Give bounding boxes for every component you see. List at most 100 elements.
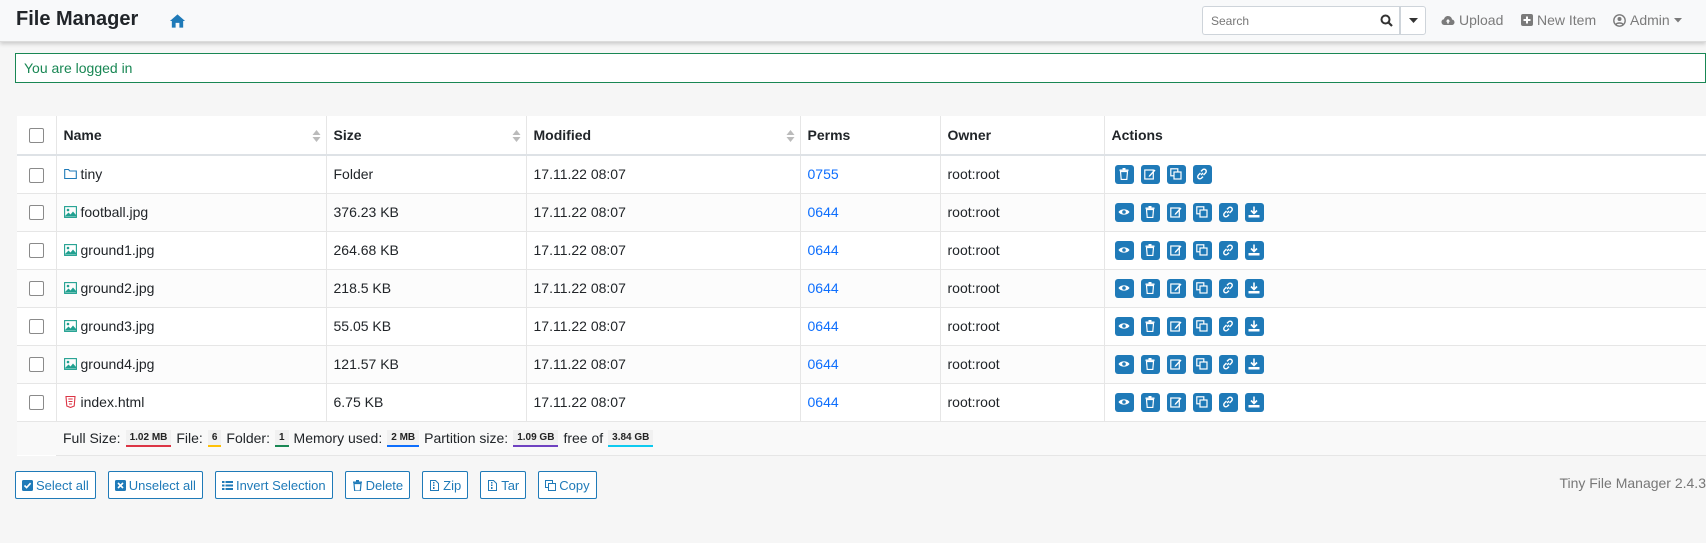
link-action-button[interactable]: [1218, 202, 1238, 222]
link-action-button[interactable]: [1218, 354, 1238, 374]
copy-action-button[interactable]: [1166, 164, 1186, 184]
search-button[interactable]: [1374, 6, 1400, 35]
row-checkbox[interactable]: [28, 281, 44, 297]
zip-button[interactable]: Zip: [422, 471, 469, 499]
tar-button[interactable]: Tar: [480, 471, 527, 499]
perms-link[interactable]: 0644: [808, 318, 839, 334]
rename-action-button[interactable]: [1166, 278, 1186, 298]
table-row[interactable]: index.html 6.75 KB 17.11.22 08:07 0644 r…: [17, 383, 1706, 422]
link-action-button[interactable]: [1218, 316, 1238, 336]
search-input[interactable]: [1202, 6, 1374, 35]
rename-action-button[interactable]: [1140, 164, 1160, 184]
column-header-name[interactable]: Name: [56, 116, 327, 156]
row-actions: [1112, 164, 1699, 184]
file-name[interactable]: ground4.jpg: [81, 356, 155, 372]
file-name[interactable]: football.jpg: [81, 204, 149, 220]
delete-action-button[interactable]: [1140, 392, 1160, 412]
delete-action-button[interactable]: [1140, 354, 1160, 374]
view-action-button[interactable]: [1114, 278, 1134, 298]
file-size: 376.23 KB: [326, 193, 527, 232]
copy-action-button[interactable]: [1192, 392, 1212, 412]
rename-action-button[interactable]: [1166, 354, 1186, 374]
copy-button[interactable]: Copy: [538, 471, 597, 499]
folder-count-badge: 1: [274, 429, 289, 447]
delete-action-button[interactable]: [1140, 202, 1160, 222]
table-row[interactable]: ground4.jpg 121.57 KB 17.11.22 08:07 064…: [17, 345, 1706, 384]
copy-action-button[interactable]: [1192, 278, 1212, 298]
file-name[interactable]: tiny: [81, 166, 103, 182]
view-action-button[interactable]: [1114, 392, 1134, 412]
new-item-link[interactable]: New Item: [1521, 12, 1596, 28]
view-action-button[interactable]: [1114, 316, 1134, 336]
link-action-button[interactable]: [1218, 278, 1238, 298]
file-name-cell[interactable]: football.jpg: [56, 193, 327, 232]
delete-action-button[interactable]: [1140, 278, 1160, 298]
download-action-button[interactable]: [1244, 316, 1264, 336]
file-name-cell[interactable]: ground3.jpg: [56, 307, 327, 346]
delete-action-button[interactable]: [1140, 316, 1160, 336]
delete-button[interactable]: Delete: [344, 471, 411, 499]
file-name-cell[interactable]: ground2.jpg: [56, 269, 327, 308]
table-row[interactable]: ground1.jpg 264.68 KB 17.11.22 08:07 064…: [17, 231, 1706, 270]
download-action-button[interactable]: [1244, 392, 1264, 412]
row-checkbox[interactable]: [28, 167, 44, 183]
delete-action-button[interactable]: [1140, 240, 1160, 260]
perms-link[interactable]: 0644: [808, 280, 839, 296]
link-action-button[interactable]: [1218, 392, 1238, 412]
file-name-cell[interactable]: ground4.jpg: [56, 345, 327, 384]
rename-action-button[interactable]: [1166, 202, 1186, 222]
upload-link[interactable]: Upload: [1441, 12, 1503, 28]
link-action-button[interactable]: [1218, 240, 1238, 260]
download-action-button[interactable]: [1244, 240, 1264, 260]
row-checkbox[interactable]: [28, 319, 44, 335]
perms-link[interactable]: 0644: [808, 204, 839, 220]
copy-action-button[interactable]: [1192, 240, 1212, 260]
perms-link[interactable]: 0755: [808, 166, 839, 182]
row-checkbox[interactable]: [28, 243, 44, 259]
file-name[interactable]: ground3.jpg: [81, 318, 155, 334]
download-action-button[interactable]: [1244, 202, 1264, 222]
rename-action-button[interactable]: [1166, 316, 1186, 336]
copy-action-button[interactable]: [1192, 316, 1212, 336]
table-row[interactable]: tiny Folder 17.11.22 08:07 0755 root:roo…: [17, 155, 1706, 194]
invert-selection-button[interactable]: Invert Selection: [214, 471, 333, 499]
column-header-modified[interactable]: Modified: [526, 116, 801, 156]
file-name[interactable]: ground1.jpg: [81, 242, 155, 258]
unselect-all-button[interactable]: Unselect all: [107, 471, 203, 499]
row-actions: [1112, 354, 1699, 374]
view-action-button[interactable]: [1114, 202, 1134, 222]
link-icon: [1223, 358, 1233, 370]
perms-link[interactable]: 0644: [808, 394, 839, 410]
file-name[interactable]: index.html: [81, 394, 145, 410]
perms-link[interactable]: 0644: [808, 356, 839, 372]
table-row[interactable]: ground3.jpg 55.05 KB 17.11.22 08:07 0644…: [17, 307, 1706, 346]
view-action-button[interactable]: [1114, 354, 1134, 374]
rename-action-button[interactable]: [1166, 392, 1186, 412]
view-action-button[interactable]: [1114, 240, 1134, 260]
home-icon[interactable]: [169, 13, 186, 29]
rename-action-button[interactable]: [1166, 240, 1186, 260]
file-name-cell[interactable]: tiny: [56, 155, 327, 194]
download-action-button[interactable]: [1244, 278, 1264, 298]
download-action-button[interactable]: [1244, 354, 1264, 374]
perms-link[interactable]: 0644: [808, 242, 839, 258]
select-all-checkbox[interactable]: [28, 128, 44, 144]
search-options-dropdown[interactable]: [1400, 6, 1426, 35]
admin-menu[interactable]: Admin: [1613, 12, 1682, 28]
image-file-icon: [63, 282, 77, 294]
row-checkbox[interactable]: [28, 205, 44, 221]
copy-action-button[interactable]: [1192, 354, 1212, 374]
row-checkbox[interactable]: [28, 395, 44, 411]
row-checkbox[interactable]: [28, 357, 44, 373]
upload-label: Upload: [1459, 12, 1504, 28]
table-row[interactable]: ground2.jpg 218.5 KB 17.11.22 08:07 0644…: [17, 269, 1706, 308]
file-name-cell[interactable]: index.html: [56, 383, 327, 422]
file-name-cell[interactable]: ground1.jpg: [56, 231, 327, 270]
delete-action-button[interactable]: [1114, 164, 1134, 184]
table-row[interactable]: football.jpg 376.23 KB 17.11.22 08:07 06…: [17, 193, 1706, 232]
select-all-button[interactable]: Select all: [15, 471, 96, 499]
file-name[interactable]: ground2.jpg: [81, 280, 155, 296]
column-header-size[interactable]: Size: [326, 116, 527, 156]
link-action-button[interactable]: [1192, 164, 1212, 184]
copy-action-button[interactable]: [1192, 202, 1212, 222]
